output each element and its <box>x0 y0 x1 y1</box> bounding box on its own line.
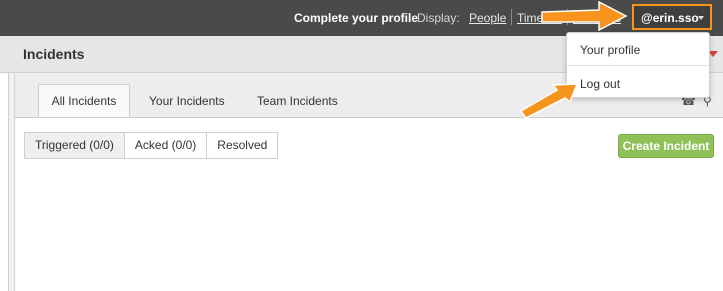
annotation-arrows <box>519 0 628 119</box>
arrow-to-log-out <box>519 83 579 119</box>
arrow-to-user-menu <box>541 0 628 32</box>
